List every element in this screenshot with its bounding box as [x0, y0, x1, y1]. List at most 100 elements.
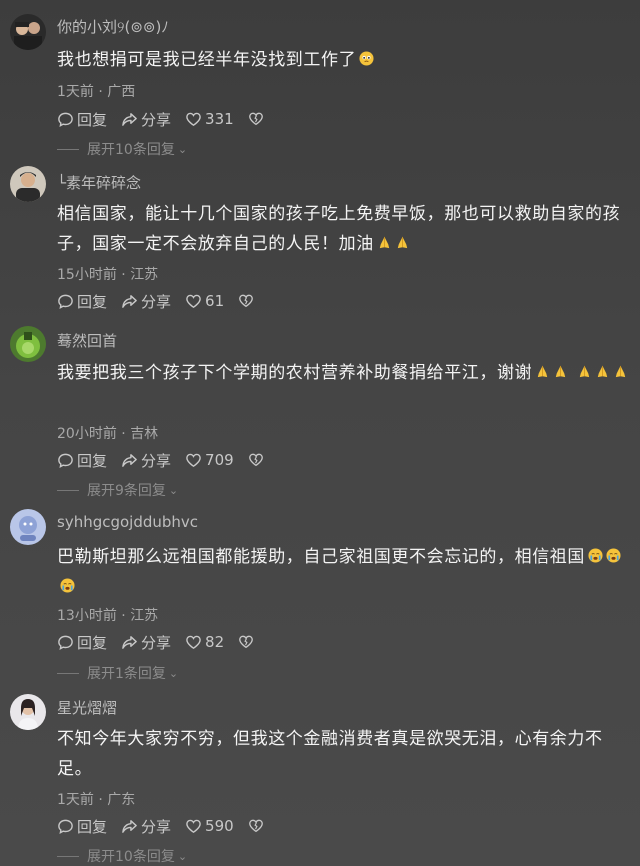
comment-actions: 回复 分享 331 — [57, 109, 281, 129]
broken-heart-icon — [248, 112, 263, 126]
dislike-button[interactable] — [248, 111, 267, 127]
comment-text-content: 相信国家，能让十几个国家的孩子吃上免费早饭，那也可以救助自家的孩子，国家一定不会… — [57, 204, 621, 254]
expand-replies-label: 展开10条回复 — [87, 142, 175, 158]
comment-text: 巴勒斯坦那么远祖国都能援助，自己家祖国更不会忘记的，相信祖国 — [57, 542, 632, 602]
share-icon — [122, 635, 137, 649]
share-button[interactable]: 分享 — [121, 632, 171, 653]
crying-face-emoji — [588, 548, 603, 563]
share-button[interactable]: 分享 — [121, 109, 171, 130]
share-icon — [122, 453, 137, 467]
comment-meta: 1天前 · 广东 — [57, 789, 135, 809]
reply-icon — [58, 294, 73, 309]
folded-hands-emoji — [556, 365, 566, 378]
expand-divider — [57, 489, 79, 491]
expand-replies-button[interactable]: 展开10条回复 ⌄ — [57, 139, 187, 159]
like-button[interactable]: 331 — [185, 110, 234, 128]
comment-location: 广西 — [107, 84, 136, 100]
folded-hands-emoji — [397, 236, 407, 249]
comment-actions: 回复 分享 709 — [57, 450, 281, 470]
comment-text: 不知今年大家穷不穷，但我这个金融消费者真是欲哭无泪，心有余力不足。 — [57, 724, 632, 784]
reply-label: 回复 — [77, 451, 108, 470]
like-count: 590 — [205, 817, 234, 835]
chevron-down-icon: ⌄ — [177, 142, 188, 156]
username[interactable]: 蓦然回首 — [57, 330, 117, 351]
like-button[interactable]: 590 — [185, 817, 234, 835]
expand-replies-label: 展开9条回复 — [87, 483, 166, 499]
heart-icon — [186, 112, 201, 126]
reply-button[interactable]: 回复 — [57, 109, 107, 130]
folded-hands-emoji — [538, 365, 548, 378]
like-count: 61 — [205, 292, 225, 310]
username[interactable]: 星光熠熠 — [57, 697, 117, 718]
pleading-face-emoji — [359, 51, 374, 66]
like-button[interactable]: 709 — [185, 451, 234, 469]
share-button[interactable]: 分享 — [121, 816, 171, 837]
comment-actions: 回复 分享 590 — [57, 816, 281, 836]
reply-button[interactable]: 回复 — [57, 450, 107, 471]
like-button[interactable]: 61 — [185, 292, 224, 310]
user-avatar[interactable] — [10, 166, 46, 202]
dislike-button[interactable] — [238, 634, 257, 650]
comment-time: 15小时前 — [57, 267, 117, 283]
broken-heart-icon — [239, 635, 254, 649]
share-label: 分享 — [141, 633, 172, 652]
heart-icon — [186, 819, 201, 833]
share-icon — [122, 112, 137, 126]
reply-button[interactable]: 回复 — [57, 632, 107, 653]
expand-replies-button[interactable]: 展开10条回复 ⌄ — [57, 846, 187, 866]
username[interactable]: └素年碎碎念 — [57, 172, 141, 193]
like-count: 82 — [205, 633, 225, 651]
reply-icon — [58, 635, 73, 650]
reply-label: 回复 — [77, 817, 108, 836]
share-label: 分享 — [141, 110, 172, 129]
chevron-down-icon: ⌄ — [168, 483, 179, 497]
broken-heart-icon — [248, 453, 263, 467]
chevron-down-icon: ⌄ — [177, 849, 188, 863]
crying-face-emoji — [606, 548, 621, 563]
expand-replies-label: 展开1条回复 — [87, 666, 166, 682]
heart-icon — [186, 635, 201, 649]
comment-text-content: 我也想捐可是我已经半年没找到工作了 — [57, 50, 357, 70]
user-avatar[interactable] — [10, 509, 46, 545]
comment-text: 相信国家，能让十几个国家的孩子吃上免费早饭，那也可以救助自家的孩子，国家一定不会… — [57, 199, 632, 259]
share-button[interactable]: 分享 — [121, 291, 171, 312]
reply-label: 回复 — [77, 110, 108, 129]
reply-icon — [58, 453, 73, 468]
broken-heart-icon — [239, 294, 254, 308]
comment-time: 1天前 — [57, 792, 94, 808]
meta-separator: · — [121, 426, 126, 442]
reply-icon — [58, 819, 73, 834]
comment-text: 我要把我三个孩子下个学期的农村营养补助餐捐给平江，谢谢 — [57, 358, 632, 388]
user-avatar[interactable] — [10, 694, 46, 730]
dislike-button[interactable] — [248, 818, 267, 834]
username[interactable]: syhhgcgojddubhvc — [57, 513, 198, 531]
expand-divider — [57, 672, 79, 674]
user-avatar[interactable] — [10, 14, 46, 50]
expand-replies-label: 展开10条回复 — [87, 849, 175, 865]
share-label: 分享 — [141, 292, 172, 311]
username[interactable]: 你的小刘୨(⊚⊚)ﾉ — [57, 16, 169, 37]
like-button[interactable]: 82 — [185, 633, 224, 651]
comment-text: 我也想捐可是我已经半年没找到工作了 — [57, 45, 632, 75]
reply-label: 回复 — [77, 633, 108, 652]
expand-replies-button[interactable]: 展开9条回复 ⌄ — [57, 480, 178, 500]
comment-meta: 15小时前 · 江苏 — [57, 264, 158, 284]
reply-button[interactable]: 回复 — [57, 816, 107, 837]
user-avatar[interactable] — [10, 326, 46, 362]
comment-text-content: 我要把我三个孩子下个学期的农村营养补助餐捐给平江，谢谢 — [57, 363, 533, 383]
comment-location: 江苏 — [130, 608, 159, 624]
expand-replies-button[interactable]: 展开1条回复 ⌄ — [57, 663, 178, 683]
share-icon — [122, 819, 137, 833]
comment-actions: 回复 分享 61 — [57, 291, 271, 311]
dislike-button[interactable] — [238, 293, 257, 309]
dislike-button[interactable] — [248, 452, 267, 468]
meta-separator: · — [98, 84, 103, 100]
comment-text-content: 巴勒斯坦那么远祖国都能援助，自己家祖国更不会忘记的，相信祖国 — [57, 547, 585, 567]
comment-location: 广东 — [107, 792, 136, 808]
reply-icon — [58, 112, 73, 127]
meta-separator: · — [121, 608, 126, 624]
share-button[interactable]: 分享 — [121, 450, 171, 471]
meta-separator: · — [98, 792, 103, 808]
comment-location: 江苏 — [130, 267, 159, 283]
reply-button[interactable]: 回复 — [57, 291, 107, 312]
